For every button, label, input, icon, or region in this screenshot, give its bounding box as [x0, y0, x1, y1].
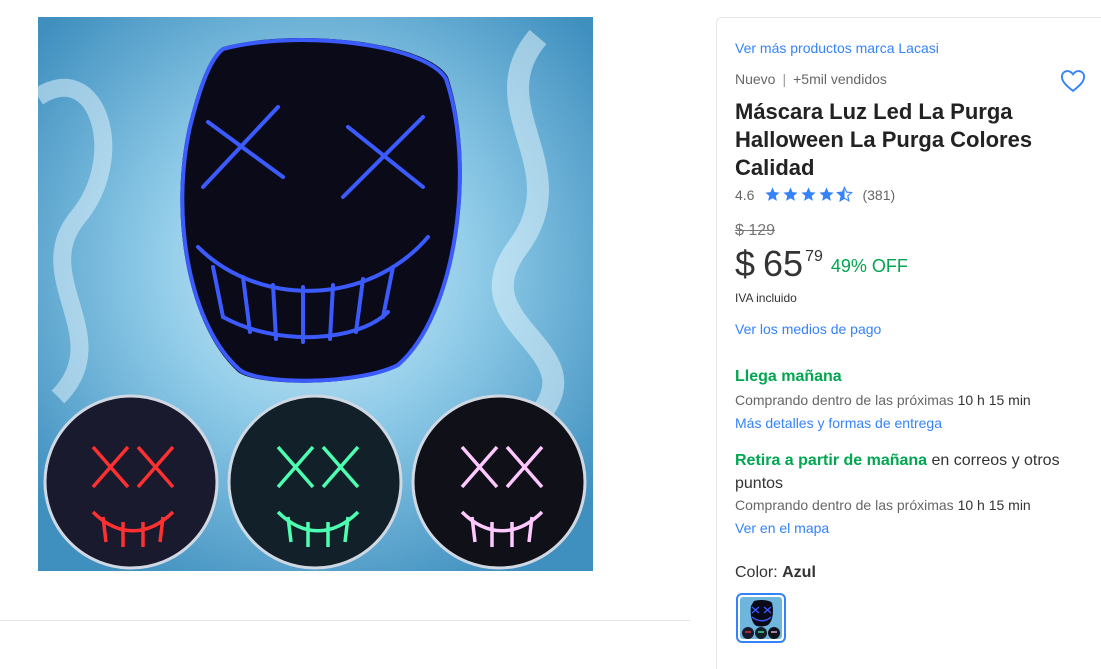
arrival-sub-prefix: Comprando dentro de las próximas	[735, 392, 954, 408]
pickup-title: Retira a partir de mañana	[735, 452, 928, 469]
pickup-sub-prefix: Comprando dentro de las próximas	[735, 497, 954, 513]
star-icon	[801, 187, 817, 201]
original-price: $ 129	[735, 222, 776, 239]
rating-stars	[764, 186, 854, 203]
rating-value: 4.6	[735, 186, 755, 203]
meta-separator: |	[782, 71, 787, 87]
star-icon	[819, 187, 835, 201]
discount-label: 49% OFF	[830, 256, 908, 276]
color-label: Color: Azul	[735, 564, 816, 582]
selected-color: Azul	[782, 564, 816, 581]
tax-note: IVA incluido	[735, 291, 797, 305]
product-main-image[interactable]	[38, 17, 593, 571]
section-divider	[0, 620, 690, 621]
price-cents: 79	[805, 248, 823, 265]
pickup-time: 10 h 15 min	[957, 497, 1031, 513]
price-currency: $	[735, 243, 756, 284]
star-icon	[783, 187, 799, 201]
payment-methods-link[interactable]: Ver los medios de pago	[735, 321, 881, 337]
color-swatch-azul[interactable]	[736, 593, 786, 643]
star-icon	[765, 187, 781, 201]
brand-link[interactable]: Ver más productos marca Lacasi	[735, 40, 939, 56]
rating-summary[interactable]: 4.6 (381)	[735, 186, 895, 203]
product-meta: Nuevo | +5mil vendidos	[735, 71, 887, 87]
color-label-prefix: Color:	[735, 564, 783, 581]
heart-icon[interactable]	[1059, 67, 1087, 95]
product-info-panel: Ver más productos marca Lacasi Nuevo | +5m…	[716, 17, 1101, 669]
arrival-title: Llega mañana	[735, 368, 842, 385]
price-integer: 65	[763, 243, 804, 284]
arrival-time: 10 h 15 min	[957, 392, 1031, 408]
pickup-subtitle: Comprando dentro de las próximas 10 h 15…	[735, 497, 1031, 513]
pickup-info: Retira a partir de mañana en correos y o…	[735, 449, 1095, 495]
sold-count: +5mil vendidos	[793, 71, 887, 87]
current-price: $ 65 79 49% OFF	[735, 242, 908, 286]
arrival-subtitle: Comprando dentro de las próximas 10 h 15…	[735, 392, 1031, 408]
delivery-details-link[interactable]: Más detalles y formas de entrega	[735, 415, 942, 431]
product-title: Máscara Luz Led La Purga Halloween La Pu…	[735, 99, 1033, 180]
map-link[interactable]: Ver en el mapa	[735, 520, 829, 536]
review-count: (381)	[862, 186, 896, 203]
condition-label: Nuevo	[735, 71, 776, 87]
star-half-icon	[836, 186, 854, 203]
